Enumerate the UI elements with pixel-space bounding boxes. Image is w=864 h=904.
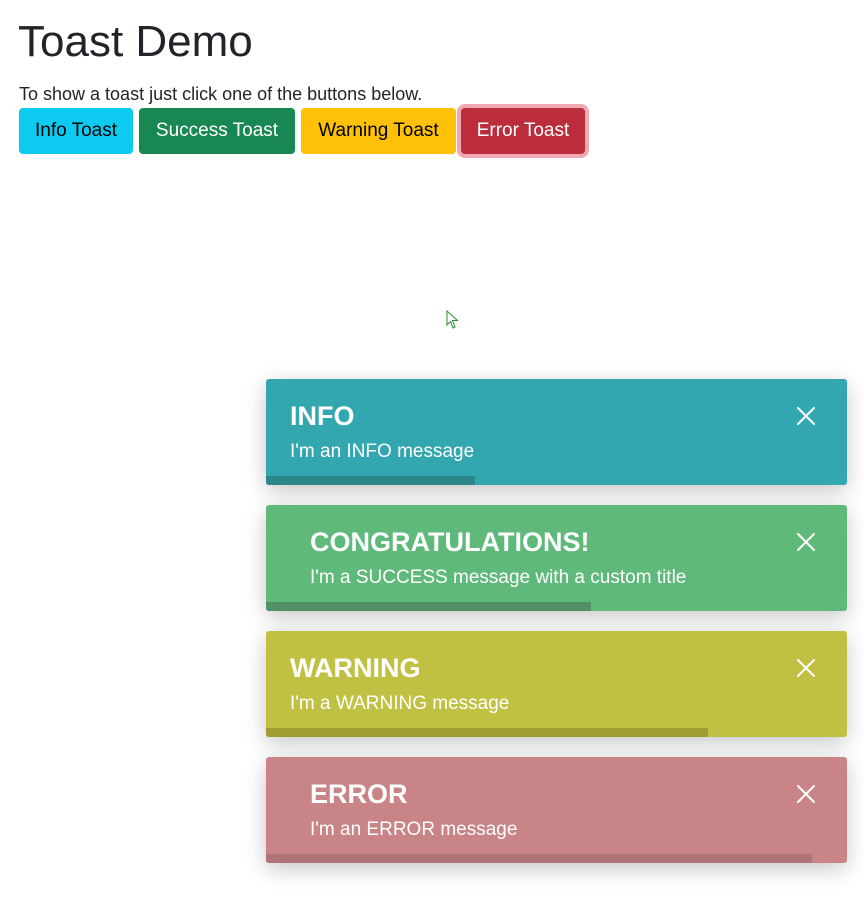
- toast-title: INFO: [290, 401, 355, 431]
- close-icon[interactable]: [795, 657, 817, 679]
- error-toast-button[interactable]: Error Toast: [461, 108, 585, 154]
- toast-progress-bar: [266, 854, 813, 863]
- toast-progress-bar: [266, 476, 476, 485]
- toast-message: I'm an INFO message: [290, 441, 475, 462]
- close-icon[interactable]: [795, 783, 817, 805]
- success-toast: CONGRATULATIONS! I'm a SUCCESS message w…: [266, 505, 847, 611]
- toast-title: WARNING: [290, 653, 421, 683]
- toast-message: I'm a WARNING message: [290, 693, 510, 714]
- intro-text: To show a toast just click one of the bu…: [19, 84, 423, 104]
- toast-title: ERROR: [310, 779, 408, 809]
- info-toast-button[interactable]: Info Toast: [19, 108, 133, 154]
- toast-title: CONGRATULATIONS!: [310, 527, 590, 557]
- close-icon[interactable]: [795, 405, 817, 427]
- mouse-cursor-icon: [446, 310, 459, 329]
- toast-progress-bar: [266, 728, 708, 737]
- toast-message: I'm a SUCCESS message with a custom titl…: [310, 567, 687, 588]
- success-toast-button[interactable]: Success Toast: [139, 108, 295, 154]
- toast-progress-bar: [266, 602, 592, 611]
- page: Toast Demo To show a toast just click on…: [0, 0, 864, 904]
- warning-toast: WARNING I'm a WARNING message: [266, 631, 847, 737]
- info-toast: INFO I'm an INFO message: [266, 379, 847, 485]
- page-title: Toast Demo: [18, 17, 253, 66]
- warning-toast-button[interactable]: Warning Toast: [301, 108, 456, 154]
- close-icon[interactable]: [795, 531, 817, 553]
- error-toast: ERROR I'm an ERROR message: [266, 757, 847, 863]
- toast-message: I'm an ERROR message: [310, 819, 518, 840]
